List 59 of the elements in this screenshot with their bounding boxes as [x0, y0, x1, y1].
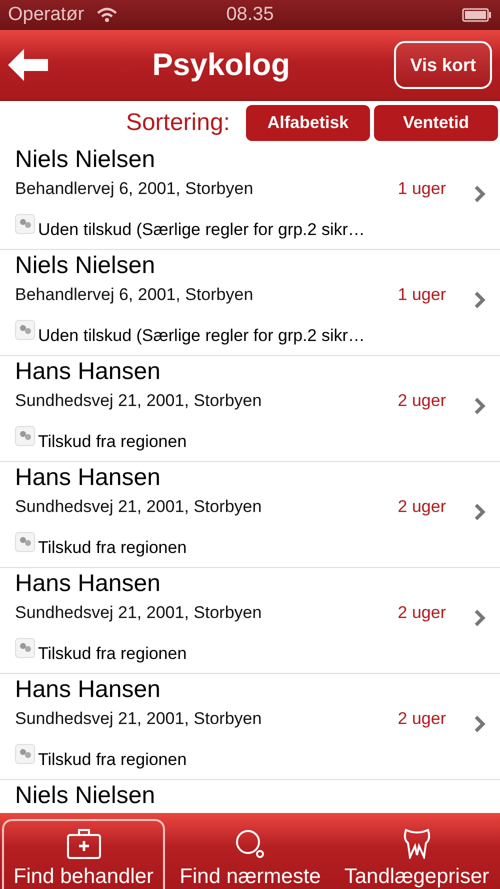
first-aid-kit-icon: [66, 829, 100, 859]
provider-row[interactable]: Hans Hansen Sundhedsvej 21, 2001, Storbyen 2 uger Tilskud fra regionen: [0, 568, 500, 674]
subsidy-text: Tilskud fra regionen: [38, 432, 187, 452]
waiting-time: 2 uger: [398, 497, 446, 517]
chevron-icon: [474, 715, 486, 733]
sort-label: Sortering:: [126, 108, 230, 136]
subsidy-icon: [15, 532, 35, 552]
subsidy-text: Uden tilskud (Særlige regler for grp.2 sikr…: [38, 220, 365, 240]
clock: 08.35: [225, 4, 275, 26]
provider-name: Niels Nielsen: [15, 252, 156, 280]
provider-row[interactable]: Hans Hansen Sundhedsvej 21, 2001, Storbyen 2 uger Tilskud fra regionen: [0, 674, 500, 780]
provider-name: Hans Hansen: [15, 358, 160, 386]
waiting-time: 2 uger: [398, 391, 446, 411]
tab[interactable]: Find behandler: [2, 819, 165, 889]
subsidy-text: Tilskud fra regionen: [38, 538, 187, 558]
screen-title: Psykolog: [152, 47, 290, 83]
carrier-name: Operatør: [8, 4, 84, 26]
show-map-button[interactable]: Vis kort: [394, 41, 492, 89]
provider-address: Behandlervej 6, 2001, Storbyen: [15, 179, 254, 199]
chevron-icon: [474, 185, 486, 203]
chevron-icon: [474, 503, 486, 521]
sort-button[interactable]: Ventetid: [374, 104, 498, 140]
tooth-icon: [402, 827, 431, 859]
provider-row[interactable]: Hans Hansen Sundhedsvej 21, 2001, Storbyen 2 uger Tilskud fra regionen: [0, 356, 500, 462]
waiting-time: 1 uger: [398, 179, 446, 199]
chevron-icon: [474, 609, 486, 627]
provider-address: Sundhedsvej 21, 2001, Storbyen: [15, 497, 263, 517]
provider-address: Sundhedsvej 21, 2001, Storbyen: [15, 391, 263, 411]
provider-name: Hans Hansen: [15, 676, 160, 704]
waiting-time: 1 uger: [398, 285, 446, 305]
provider-name: Hans Hansen: [15, 464, 160, 492]
tab[interactable]: Tandlægepriser: [336, 819, 498, 889]
provider-address: Behandlervej 6, 2001, Storbyen: [15, 285, 254, 305]
chevron-icon: [474, 397, 486, 415]
provider-name: Niels Nielsen: [15, 146, 156, 174]
tab[interactable]: Find nærmeste: [169, 819, 332, 889]
subsidy-text: Tilskud fra regionen: [38, 644, 187, 664]
subsidy-icon: [15, 214, 35, 234]
search-icon: [235, 829, 266, 859]
wifi-icon: [96, 7, 118, 23]
subsidy-icon: [15, 638, 35, 658]
waiting-time: 2 uger: [398, 603, 446, 623]
subsidy-icon: [15, 744, 35, 764]
back-arrow-icon[interactable]: [8, 49, 48, 81]
subsidy-icon: [15, 426, 35, 446]
chevron-icon: [474, 291, 486, 309]
provider-address: Sundhedsvej 21, 2001, Storbyen: [15, 603, 263, 623]
subsidy-text: Tilskud fra regionen: [38, 750, 187, 770]
provider-name: Hans Hansen: [15, 570, 160, 598]
provider-row[interactable]: Niels Nielsen Behandlervej 6, 2001, Storbyen 1 uger Uden tilskud (Særlige regler for grp.2 sikr…: [0, 250, 500, 356]
waiting-time: 2 uger: [398, 709, 446, 729]
subsidy-icon: [15, 320, 35, 340]
provider-row[interactable]: Hans Hansen Sundhedsvej 21, 2001, Storbyen 2 uger Tilskud fra regionen: [0, 462, 500, 568]
provider-address: Sundhedsvej 21, 2001, Storbyen: [15, 709, 263, 729]
battery-icon: [462, 8, 492, 22]
subsidy-text: Uden tilskud (Særlige regler for grp.2 sikr…: [38, 326, 365, 346]
sort-button[interactable]: Alfabetisk: [246, 104, 370, 140]
provider-name: Niels Nielsen: [15, 782, 156, 810]
provider-row[interactable]: Niels Nielsen Behandlervej 6, 2001, Storbyen 1 uger Uden tilskud (Særlige regler for grp.2 sikr…: [0, 144, 500, 250]
